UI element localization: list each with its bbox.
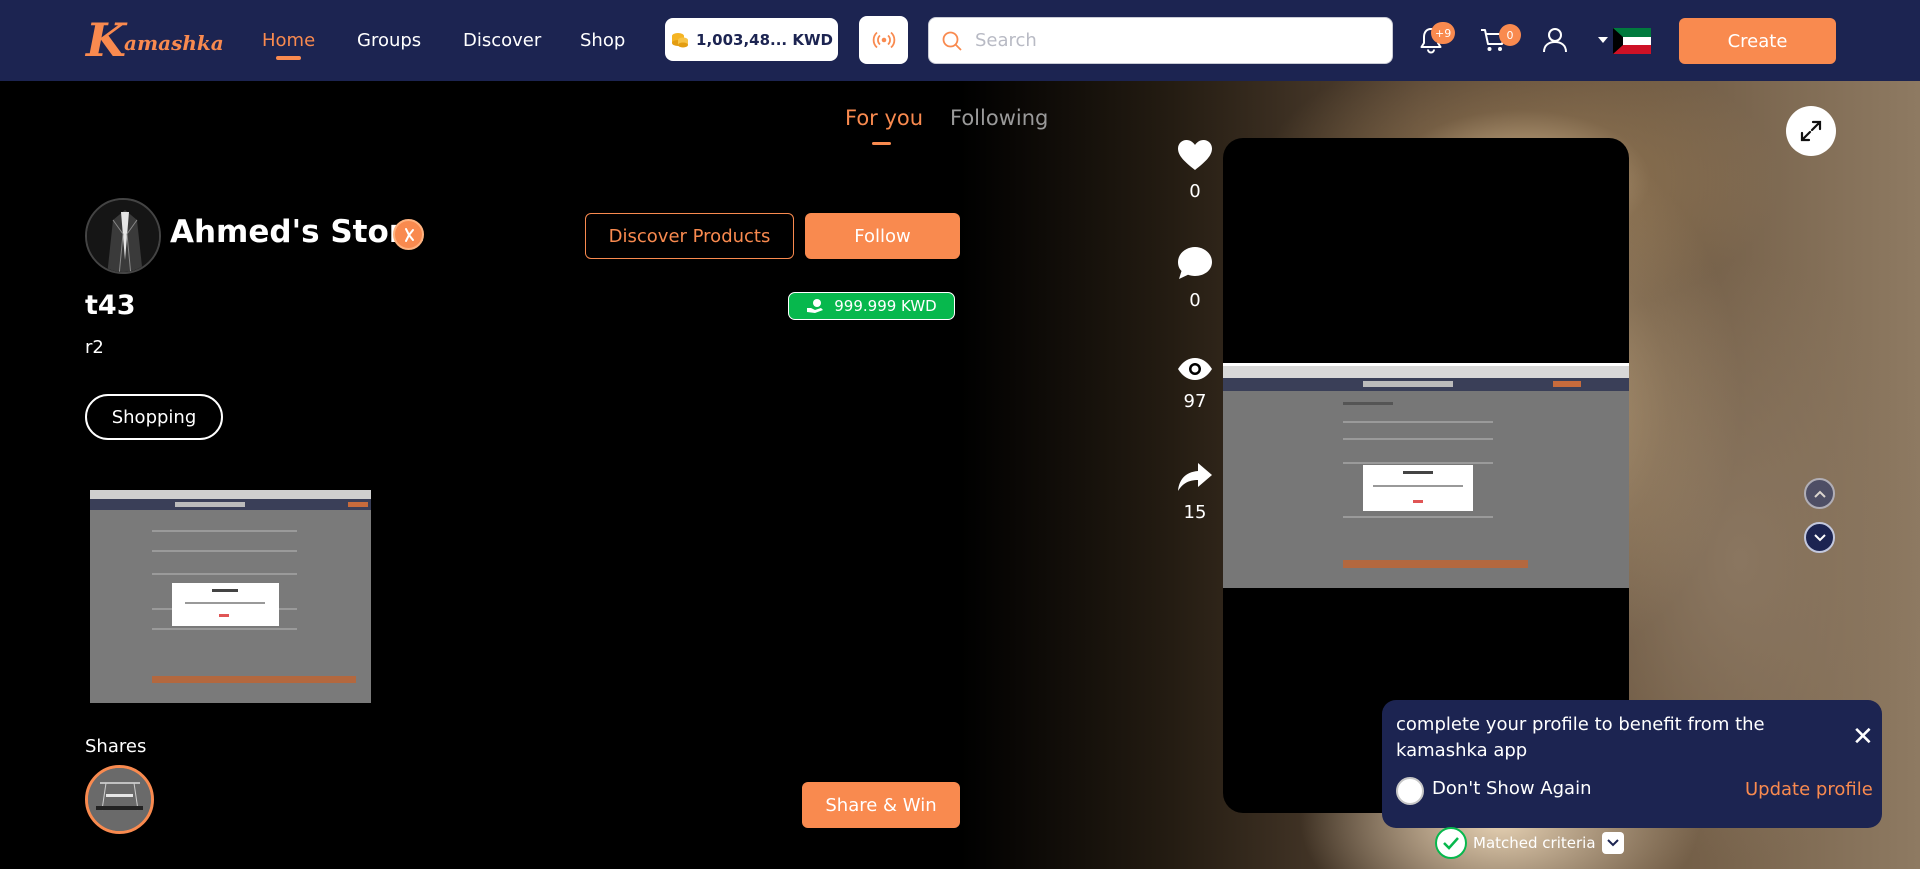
nav-groups[interactable]: Groups	[357, 0, 421, 81]
search-icon	[942, 31, 962, 51]
discover-products-button[interactable]: Discover Products	[585, 213, 794, 259]
kuwait-flag-icon	[1613, 28, 1651, 54]
video-frame	[1223, 363, 1629, 588]
thumbnail-screenshot-image	[90, 490, 371, 703]
matched-criteria-label: Matched criteria	[1473, 834, 1596, 852]
search-bar[interactable]	[928, 17, 1393, 64]
comment-action[interactable]: 0	[1165, 246, 1225, 311]
views-action: 97	[1165, 357, 1225, 412]
price-value: 999.999 KWD	[834, 297, 937, 315]
logo-text: amashka	[123, 31, 224, 55]
shares-count: 15	[1183, 502, 1207, 523]
share-action[interactable]: 15	[1165, 462, 1225, 523]
top-header: K amashka Home Groups Discover Shop 1,00…	[0, 0, 1920, 81]
verified-badge-icon	[393, 219, 424, 250]
wallet-amount: 1,003,48... KWD	[696, 30, 833, 49]
close-icon[interactable]: ✕	[1852, 724, 1874, 750]
comments-count: 0	[1189, 290, 1201, 311]
views-count: 97	[1183, 391, 1207, 412]
notifications-badge: +9	[1431, 22, 1456, 44]
share-avatar[interactable]	[85, 765, 154, 834]
video-screenshot-image	[1223, 366, 1629, 588]
next-post-button[interactable]	[1804, 522, 1835, 553]
chevron-down-icon	[1598, 37, 1608, 43]
live-button[interactable]	[859, 16, 908, 64]
cart-button[interactable]: 0	[1479, 24, 1521, 58]
matched-criteria[interactable]: Matched criteria	[1435, 826, 1624, 860]
post-description: r2	[85, 337, 104, 358]
flag-button[interactable]	[1613, 28, 1651, 58]
fullscreen-button[interactable]	[1786, 106, 1836, 156]
comment-bubble-icon	[1178, 247, 1212, 279]
language-dropdown[interactable]	[1597, 30, 1609, 49]
logo-initial: K	[86, 13, 126, 67]
wallet-balance-button[interactable]: 1,003,48... KWD	[665, 18, 838, 61]
store-avatar-image	[87, 200, 159, 272]
previous-post-button[interactable]	[1804, 478, 1835, 509]
notifications-button[interactable]: +9	[1419, 22, 1456, 58]
create-button[interactable]: Create	[1679, 18, 1836, 64]
post-thumbnail[interactable]	[90, 490, 371, 703]
likes-count: 0	[1189, 181, 1201, 202]
dont-show-again-radio[interactable]	[1396, 777, 1424, 805]
update-profile-link[interactable]: Update profile	[1745, 779, 1873, 800]
share-avatar-image	[88, 768, 151, 831]
profile-button[interactable]	[1541, 26, 1569, 58]
nav-shop[interactable]: Shop	[580, 0, 625, 81]
tab-following[interactable]: Following	[950, 106, 1048, 130]
store-avatar[interactable]	[85, 198, 161, 274]
chevron-down-icon	[1813, 533, 1826, 541]
share-arrow-icon	[1178, 463, 1212, 491]
price-badge: 999.999 KWD	[788, 292, 955, 320]
share-and-win-button[interactable]: Share & Win	[802, 782, 960, 828]
like-action[interactable]: 0	[1165, 139, 1225, 202]
follow-button[interactable]: Follow	[805, 213, 960, 259]
money-hand-icon	[807, 299, 824, 313]
check-icon	[1435, 827, 1467, 859]
eye-icon	[1178, 358, 1212, 380]
chevron-up-icon	[1813, 490, 1826, 498]
heart-icon	[1178, 140, 1212, 170]
cart-badge: 0	[1499, 24, 1521, 46]
toast-message: complete your profile to benefit from th…	[1396, 714, 1765, 761]
nav-home[interactable]: Home	[262, 0, 315, 81]
complete-profile-toast: complete your profile to benefit from th…	[1382, 700, 1882, 828]
user-icon	[1543, 28, 1567, 53]
nav-discover[interactable]: Discover	[463, 0, 541, 81]
dont-show-again-label[interactable]: Don't Show Again	[1432, 778, 1591, 799]
coins-icon	[672, 32, 689, 47]
broadcast-icon	[872, 31, 895, 49]
search-input[interactable]	[975, 30, 1375, 51]
chevron-down-icon[interactable]	[1601, 832, 1624, 854]
kamashka-logo[interactable]: K amashka	[86, 12, 224, 68]
post-title: t43	[85, 290, 136, 321]
shares-label: Shares	[85, 736, 147, 757]
store-name[interactable]: Ahmed's Store	[170, 214, 425, 250]
expand-icon	[1800, 120, 1822, 142]
tab-for-you[interactable]: For you	[845, 106, 923, 145]
category-tag-button[interactable]: Shopping	[85, 394, 223, 440]
